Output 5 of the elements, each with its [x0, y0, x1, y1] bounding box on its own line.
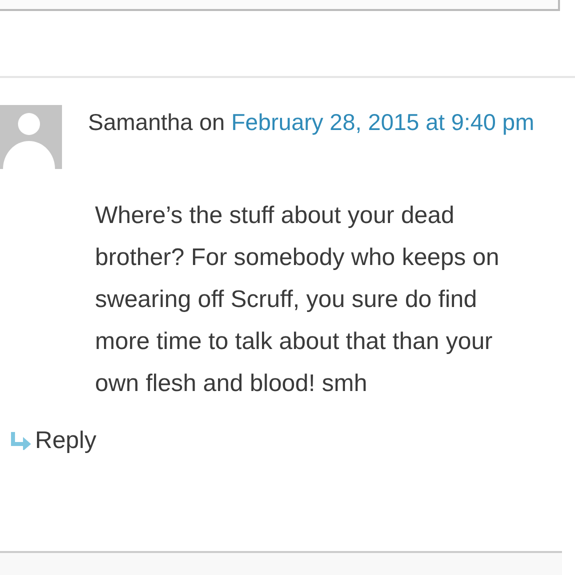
comment-text: Where’s the stuff about your dead brother? For somebody who keeps on swearing off Scruff, you sure do find more time to talk about that than your own flesh and blood! smh	[95, 201, 500, 399]
reply-arrow-icon	[9, 432, 31, 450]
comment-meta: Samantha on February 28, 2015 at 9:40 pm	[88, 108, 536, 137]
reply-link[interactable]: Reply	[9, 427, 96, 455]
date-link[interactable]: February 28, 2015 at 9:40 pm	[231, 109, 534, 135]
